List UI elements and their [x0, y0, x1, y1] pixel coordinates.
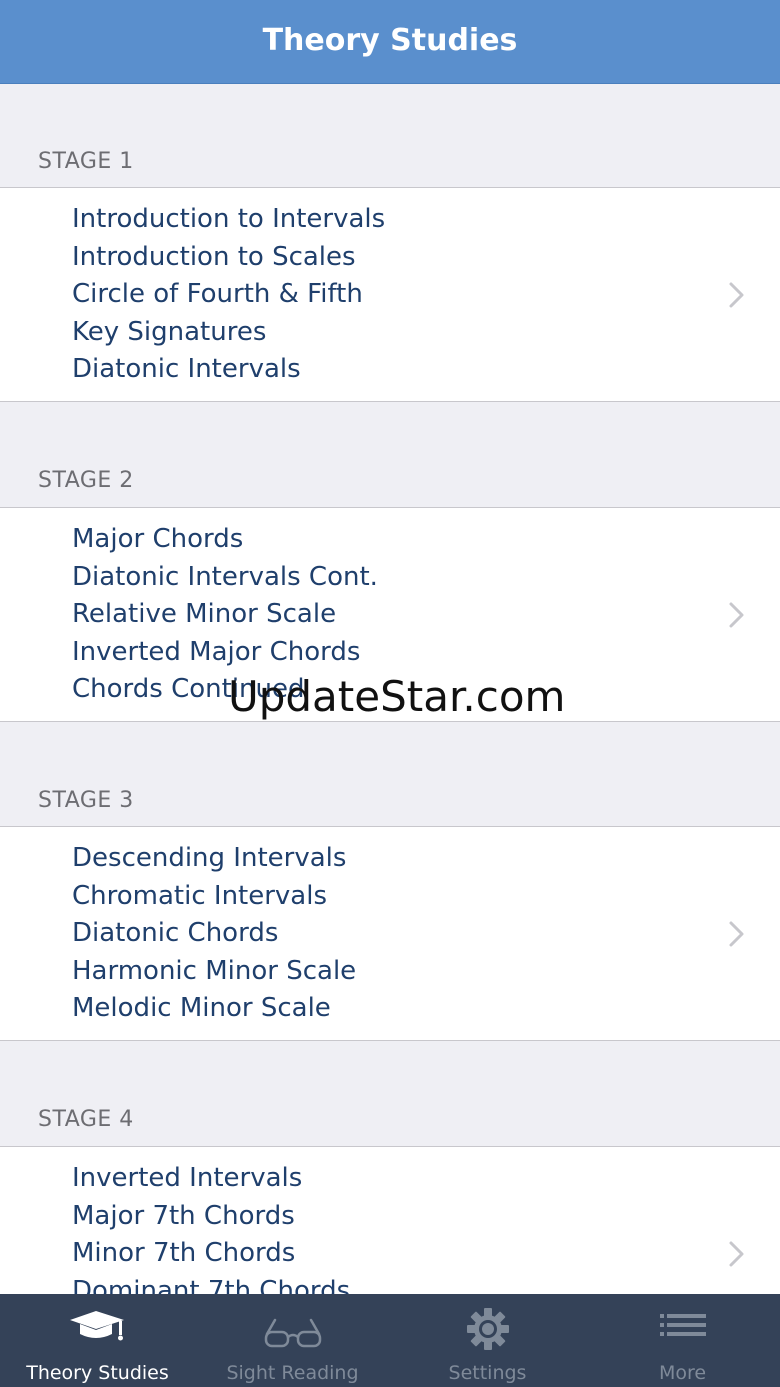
chevron-right-icon [729, 602, 744, 627]
chevron-right-icon [729, 921, 744, 946]
chevron-right-icon [729, 282, 744, 307]
lesson-item: Key Signatures [72, 316, 267, 347]
tab-label: More [658, 1362, 707, 1384]
stage-cell-1[interactable]: Introduction to Intervals Introduction t… [0, 187, 780, 402]
lesson-item: Melodic Minor Scale [72, 993, 331, 1024]
section-header-stage-2: STAGE 2 [0, 403, 780, 507]
tab-label: Sight Reading [226, 1362, 359, 1384]
lesson-item: Minor 7th Chords [72, 1238, 296, 1269]
lesson-item: Diatonic Intervals Cont. [72, 561, 378, 592]
lesson-item: Chromatic Intervals [72, 880, 328, 911]
lesson-item: Descending Intervals [72, 843, 347, 873]
lesson-item: Diatonic Intervals [72, 354, 301, 385]
section-header-stage-1: STAGE 1 [0, 84, 780, 188]
lesson-item: Inverted Major Chords [72, 636, 361, 667]
lesson-item: Inverted Intervals [72, 1163, 303, 1193]
lesson-list: Inverted Intervals Major 7th Chords Mino… [72, 1160, 350, 1294]
lesson-item: Introduction to Scales [72, 241, 356, 272]
lesson-item: Major Chords [72, 524, 244, 554]
section-label: STAGE 2 [38, 468, 134, 493]
lesson-item: Diatonic Chords [72, 918, 279, 949]
tab-settings[interactable]: Settings [390, 1294, 585, 1387]
section-header-stage-4: STAGE 4 [0, 1042, 780, 1146]
lesson-item: Relative Minor Scale [72, 599, 337, 630]
graduation-cap-icon [69, 1311, 124, 1341]
stage-cell-4[interactable]: Inverted Intervals Major 7th Chords Mino… [0, 1146, 780, 1294]
gear-icon [466, 1308, 509, 1350]
section-label: STAGE 4 [38, 1107, 134, 1132]
tab-label: Theory Studies [26, 1362, 169, 1384]
navigation-bar: Theory Studies [0, 0, 780, 84]
lesson-item: Major 7th Chords [72, 1200, 295, 1231]
tab-more[interactable]: More [585, 1294, 780, 1387]
tab-label: Settings [448, 1362, 527, 1384]
list-icon [659, 1314, 706, 1336]
lesson-item: Introduction to Intervals [72, 204, 386, 234]
lesson-list: Descending Intervals Chromatic Intervals… [72, 840, 356, 1028]
section-label: STAGE 3 [38, 788, 134, 813]
lesson-item: Circle of Fourth & Fifth [72, 279, 363, 310]
tab-sight-reading[interactable]: Sight Reading [195, 1294, 390, 1387]
chevron-right-icon [729, 1241, 744, 1266]
page-title: Theory Studies [262, 23, 518, 58]
watermark-text: UpdateStar.com [228, 672, 566, 721]
lesson-list: Introduction to Intervals Introduction t… [72, 201, 385, 389]
tab-theory-studies[interactable]: Theory Studies [0, 1294, 195, 1387]
lesson-item: Dominant 7th Chords [72, 1275, 351, 1294]
section-label: STAGE 1 [38, 149, 134, 174]
section-header-stage-3: STAGE 3 [0, 723, 780, 827]
tab-bar: Theory Studies Sight Reading Settings Mo… [0, 1294, 780, 1387]
glasses-icon [264, 1318, 321, 1348]
lesson-item: Harmonic Minor Scale [72, 955, 357, 986]
stage-cell-3[interactable]: Descending Intervals Chromatic Intervals… [0, 826, 780, 1041]
